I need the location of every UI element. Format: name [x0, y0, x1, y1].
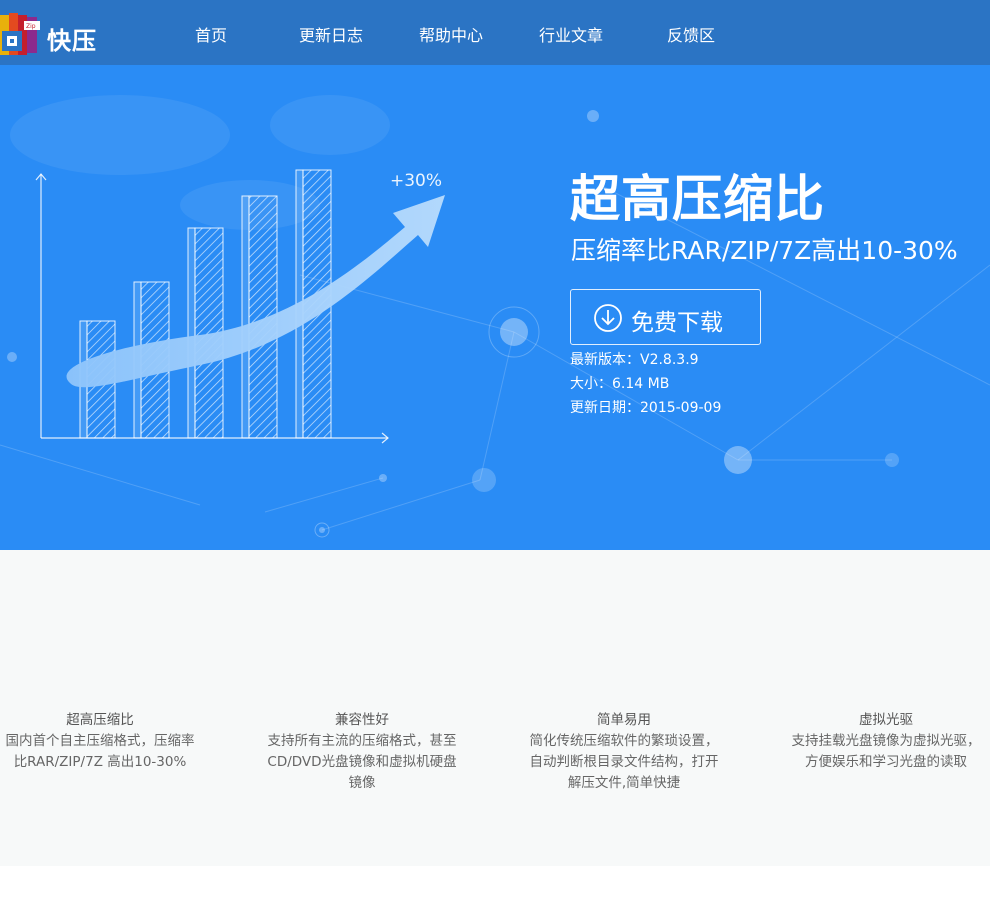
feature-title: 简单易用 [597, 712, 651, 728]
version-info: 最新版本：V2.8.3.9 [570, 352, 699, 368]
hero-banner: +30% 超高压缩比 压缩率比RAR/ZIP/7Z高出10-30% 免费下载 最… [0, 65, 990, 550]
feature-desc-line: 支持挂载光盘镜像为虚拟光驱， [791, 733, 981, 749]
size-info: 大小：6.14 MB [570, 376, 670, 392]
feature-card-easy-to-use: 简单易用 简化传统压缩软件的繁琐设置， 自动判断根目录文件结构，打开 解压文件,… [514, 710, 734, 794]
feature-desc-line: 镜像 [348, 775, 376, 791]
feature-desc-line: 解压文件,简单快捷 [567, 775, 681, 791]
features-section: 超高压缩比 国内首个自主压缩格式，压缩率 比RAR/ZIP/7Z 高出10-30… [0, 550, 990, 866]
download-arrow-icon [594, 304, 622, 332]
download-button[interactable]: 免费下载 [570, 289, 761, 345]
date-info: 更新日期：2015-09-09 [570, 400, 722, 416]
hero-subtitle: 压缩率比RAR/ZIP/7Z高出10-30% [571, 236, 958, 265]
feature-desc-line: CD/DVD光盘镜像和虚拟机硬盘 [267, 754, 457, 770]
feature-desc-line: 方便娱乐和学习光盘的读取 [805, 754, 967, 770]
feature-title: 兼容性好 [335, 712, 389, 728]
site-header: Zip 快压 首页 更新日志 帮助中心 行业文章 反馈区 [0, 0, 990, 65]
feature-title: 虚拟光驱 [859, 712, 913, 728]
world-map-dots [10, 95, 390, 230]
nav-item-changelog[interactable]: 更新日志 [299, 22, 363, 46]
chart-annotation: +30% [390, 171, 442, 191]
hero-background: +30% [0, 95, 990, 538]
feature-card-compression: 超高压缩比 国内首个自主压缩格式，压缩率 比RAR/ZIP/7Z 高出10-30… [0, 710, 210, 773]
main-nav: 首页 更新日志 帮助中心 行业文章 反馈区 [0, 0, 990, 65]
feature-card-compatibility: 兼容性好 支持所有主流的压缩格式，甚至 CD/DVD光盘镜像和虚拟机硬盘 镜像 [252, 710, 472, 794]
feature-card-virtual-drive: 虚拟光驱 支持挂载光盘镜像为虚拟光驱， 方便娱乐和学习光盘的读取 [776, 710, 990, 773]
feature-desc-line: 简化传统压缩软件的繁琐设置， [529, 733, 719, 749]
feature-desc-line: 比RAR/ZIP/7Z 高出10-30% [13, 754, 187, 770]
nav-item-articles[interactable]: 行业文章 [539, 22, 603, 46]
hero-title: 超高压缩比 [570, 170, 825, 228]
feature-desc-line: 国内首个自主压缩格式，压缩率 [5, 733, 195, 749]
feature-desc-line: 支持所有主流的压缩格式，甚至 [267, 733, 457, 749]
nav-item-help[interactable]: 帮助中心 [419, 22, 483, 46]
feature-title: 超高压缩比 [66, 712, 134, 728]
nav-item-feedback[interactable]: 反馈区 [667, 22, 715, 46]
feature-desc-line: 自动判断根目录文件结构，打开 [529, 754, 719, 770]
nav-item-home[interactable]: 首页 [195, 22, 227, 46]
download-button-label: 免费下载 [631, 310, 723, 336]
